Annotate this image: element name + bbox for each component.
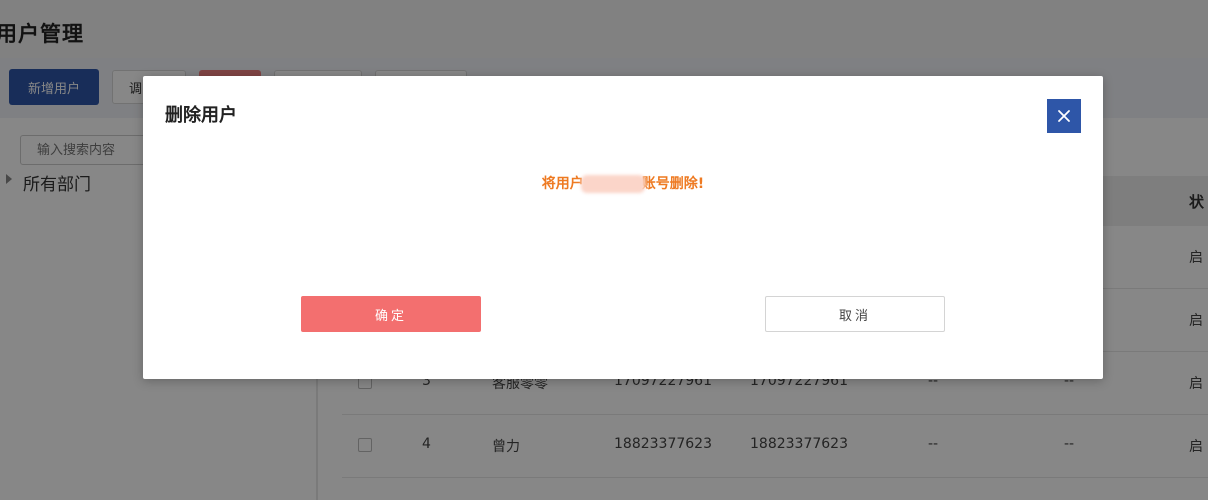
dialog-message: 将用户 账号删除! — [143, 173, 1103, 193]
close-button[interactable] — [1047, 99, 1081, 133]
confirm-button[interactable]: 确定 — [301, 296, 481, 332]
message-suffix: 账号删除! — [641, 176, 705, 192]
dialog-title: 删除用户 — [165, 105, 237, 126]
redacted-username — [580, 175, 645, 193]
close-icon — [1058, 110, 1070, 122]
message-prefix: 将用户 — [541, 176, 584, 192]
cancel-button[interactable]: 取消 — [765, 296, 945, 332]
delete-user-dialog: 删除用户 将用户 账号删除! 确定 取消 — [143, 76, 1103, 379]
